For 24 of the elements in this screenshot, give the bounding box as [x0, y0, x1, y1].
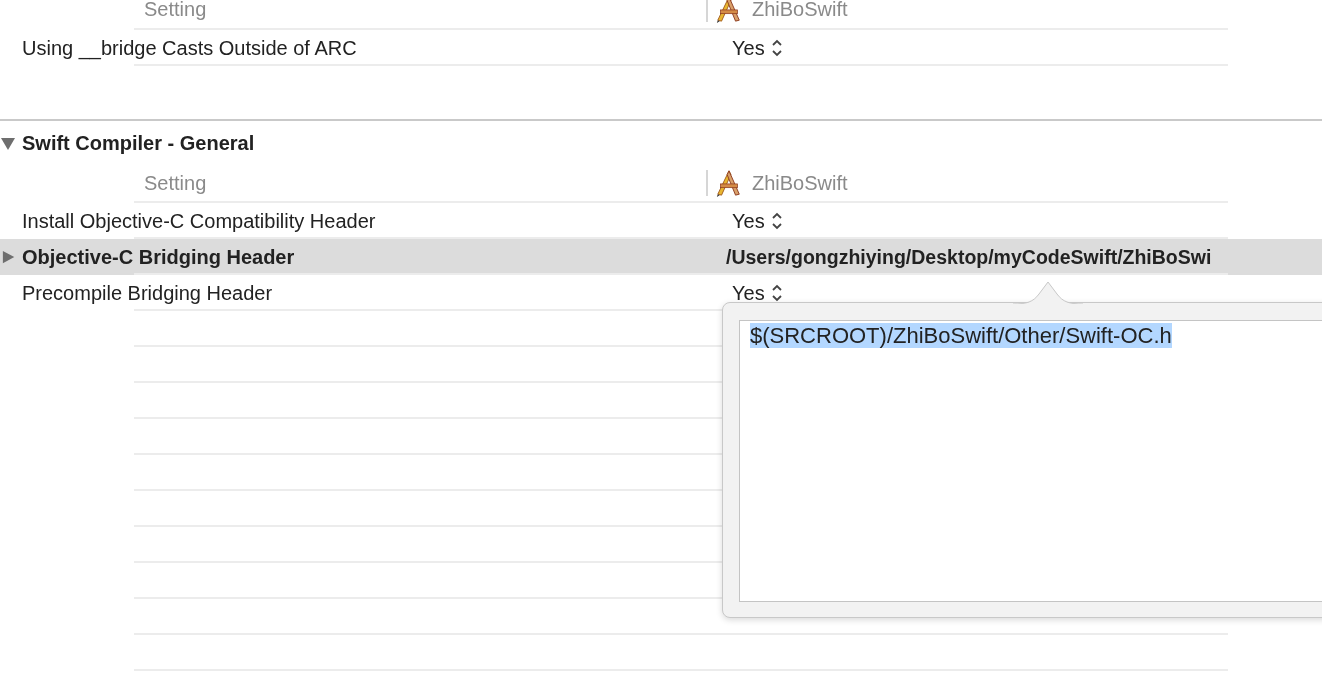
path-text: $(SRCROOT)/ZhiBoSwift/Other/Swift-OC.h — [750, 323, 1172, 348]
setting-value: /Users/gongzhiying/Desktop/myCodeSwift/ZhiBoSwi — [726, 245, 1212, 269]
setting-value: Yes — [732, 36, 765, 60]
setting-value: Yes — [732, 281, 765, 305]
text-area[interactable]: $(SRCROOT)/ZhiBoSwift/Other/Swift-OC.h — [739, 320, 1322, 602]
setting-row[interactable]: Precompile Bridging Header Yes — [0, 275, 1322, 311]
disclosure-triangle-icon[interactable] — [0, 135, 16, 151]
setting-value: Yes — [732, 209, 765, 233]
setting-name: Objective-C Bridging Header — [22, 245, 295, 269]
setting-row[interactable]: Objective-C Bridging Header /Users/gongzhiying/Desktop/myCodeSwift/ZhiBoSwi — [0, 239, 1322, 275]
target-name: ZhiBoSwift — [752, 0, 848, 21]
setting-row[interactable]: Install Objective-C Compatibility Header Yes — [0, 203, 1322, 239]
up-down-chevron-icon[interactable] — [770, 211, 783, 231]
target-name: ZhiBoSwift — [752, 171, 848, 195]
up-down-chevron-icon[interactable] — [770, 38, 783, 58]
setting-name: Using __bridge Casts Outside of ARC — [22, 36, 357, 60]
setting-name: Precompile Bridging Header — [22, 281, 273, 305]
disclosure-triangle-icon[interactable] — [2, 249, 16, 265]
setting-row[interactable]: Using __bridge Casts Outside of ARC Yes — [0, 30, 1322, 66]
setting-name: Install Objective-C Compatibility Header — [22, 209, 376, 233]
up-down-chevron-icon[interactable] — [770, 283, 783, 303]
section-title: Swift Compiler - General — [22, 131, 255, 155]
column-header: Setting — [144, 171, 207, 194]
column-header: Setting — [144, 0, 207, 20]
